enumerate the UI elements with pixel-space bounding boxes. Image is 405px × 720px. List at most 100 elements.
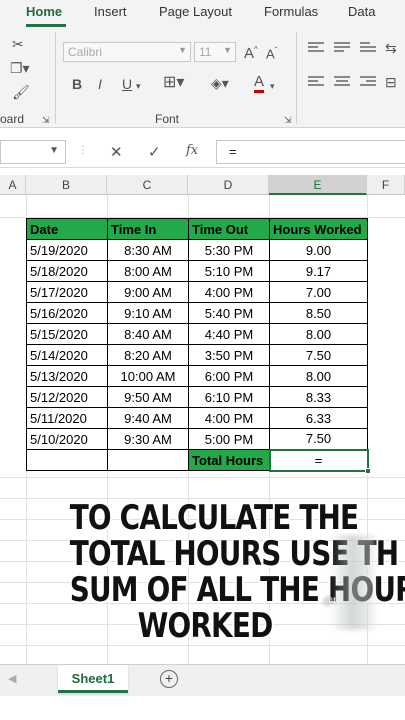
cell-date[interactable]: 5/15/2020	[26, 323, 108, 345]
total-hours-label[interactable]: Total Hours	[188, 449, 270, 471]
underline-button[interactable]: U	[122, 76, 132, 92]
cell-hours-worked[interactable]: 8.00	[269, 323, 368, 345]
bold-button[interactable]: B	[72, 76, 82, 92]
cell-time-in[interactable]: 8:00 AM	[107, 260, 189, 282]
column-header-c[interactable]: C	[107, 175, 188, 195]
shrink-font-button[interactable]: Aˇ	[266, 43, 277, 62]
cell-date[interactable]: 5/18/2020	[26, 260, 108, 282]
cell-time-out[interactable]: 6:00 PM	[188, 365, 270, 387]
cell-time-in[interactable]: 9:10 AM	[107, 302, 189, 324]
empty-cell[interactable]	[107, 449, 189, 471]
table-row: 5/18/2020 8:00 AM 5:10 PM 9.17	[26, 260, 368, 282]
align-middle-icon[interactable]	[334, 42, 350, 54]
grow-font-button[interactable]: A^	[244, 42, 258, 62]
font-size-dropdown[interactable]: 11 ▼	[194, 42, 236, 62]
column-header-d[interactable]: D	[188, 175, 269, 195]
cell-time-in[interactable]: 8:30 AM	[107, 239, 189, 261]
cancel-entry-button[interactable]: ✕	[110, 143, 123, 161]
cell-date[interactable]: 5/12/2020	[26, 386, 108, 408]
font-color-button[interactable]: A	[254, 74, 265, 93]
enter-button[interactable]: ✓	[148, 143, 161, 161]
cell-time-in[interactable]: 9:40 AM	[107, 407, 189, 429]
header-time-out[interactable]: Time Out	[188, 218, 270, 240]
cell-hours-worked[interactable]: 7.50	[269, 344, 368, 366]
sheet-nav-left-icon[interactable]: ◀	[8, 672, 16, 685]
cell-time-out[interactable]: 5:10 PM	[188, 260, 270, 282]
format-painter-icon[interactable]: 🖌	[12, 84, 30, 100]
add-sheet-button[interactable]: +	[160, 670, 178, 688]
align-center-icon[interactable]	[334, 76, 350, 88]
cell-hours-worked[interactable]: 8.33	[269, 386, 368, 408]
blurred-overlay	[330, 535, 375, 630]
chevron-down-icon[interactable]: ▾	[136, 78, 141, 94]
cell-time-out[interactable]: 6:10 PM	[188, 386, 270, 408]
cell-hours-worked[interactable]: 8.50	[269, 302, 368, 324]
cell-date[interactable]: 5/11/2020	[26, 407, 108, 429]
formula-input[interactable]: =	[216, 140, 405, 164]
tab-data[interactable]: Data	[348, 4, 375, 19]
total-hours-value: =	[314, 452, 323, 468]
header-date[interactable]: Date	[26, 218, 108, 240]
cell-time-out[interactable]: 5:30 PM	[188, 239, 270, 261]
column-header-b[interactable]: B	[26, 175, 107, 195]
fill-color-icon[interactable]: ◈▾	[211, 75, 229, 91]
cell-date[interactable]: 5/16/2020	[26, 302, 108, 324]
gridline	[0, 477, 405, 478]
borders-icon[interactable]: ⊞▾	[163, 75, 184, 91]
tab-page-layout[interactable]: Page Layout	[159, 4, 232, 19]
font-size-value: 11	[199, 45, 212, 59]
italic-button[interactable]: I	[98, 76, 102, 92]
align-bottom-icon[interactable]	[360, 42, 376, 54]
tab-home[interactable]: Home	[26, 4, 62, 19]
cell-date[interactable]: 5/14/2020	[26, 344, 108, 366]
column-header-f[interactable]: F	[367, 175, 405, 195]
cell-time-in[interactable]: 8:20 AM	[107, 344, 189, 366]
cell-date[interactable]: 5/19/2020	[26, 239, 108, 261]
header-time-in[interactable]: Time In	[107, 218, 189, 240]
tab-insert[interactable]: Insert	[94, 4, 127, 19]
column-header-e[interactable]: E	[269, 175, 367, 195]
align-top-icon[interactable]	[308, 42, 324, 54]
merge-icon[interactable]: ⊟	[385, 74, 397, 90]
cell-date[interactable]: 5/13/2020	[26, 365, 108, 387]
cell-hours-worked[interactable]: 9.00	[269, 239, 368, 261]
name-box[interactable]: ▼	[0, 140, 66, 164]
cell-time-out[interactable]: 5:40 PM	[188, 302, 270, 324]
cell-time-in[interactable]: 8:40 AM	[107, 323, 189, 345]
cell-time-out[interactable]: 5:00 PM	[188, 428, 270, 450]
column-header-a[interactable]: A	[0, 175, 26, 195]
insert-function-button[interactable]: fx	[186, 143, 198, 158]
cell-time-out[interactable]: 4:00 PM	[188, 407, 270, 429]
copy-icon[interactable]: ❐▾	[10, 60, 30, 76]
cell-hours-worked[interactable]: 6.33	[269, 407, 368, 429]
cut-icon[interactable]: ✂	[12, 36, 24, 52]
cell-hours-worked[interactable]: 9.17	[269, 260, 368, 282]
tab-formulas[interactable]: Formulas	[264, 4, 318, 19]
total-hours-active-cell[interactable]: =	[268, 448, 371, 474]
sheet-tab-sheet1[interactable]: Sheet1	[58, 665, 128, 693]
cell-time-in[interactable]: 10:00 AM	[107, 365, 189, 387]
align-left-icon[interactable]	[308, 76, 324, 88]
cell-hours-worked[interactable]: 7.50	[269, 428, 368, 450]
cell-date[interactable]: 5/17/2020	[26, 281, 108, 303]
cell-time-in[interactable]: 9:50 AM	[107, 386, 189, 408]
cell-hours-worked[interactable]: 7.00	[269, 281, 368, 303]
ribbon-home: ✂ ❐▾ 🖌 oard ⇲ Calibri ▼ 11 ▼ A^ Aˇ B I U…	[0, 28, 405, 128]
empty-cell[interactable]	[26, 449, 108, 471]
cell-time-in[interactable]: 9:30 AM	[107, 428, 189, 450]
chevron-down-icon[interactable]: ▾	[270, 78, 275, 94]
cell-time-out[interactable]: 4:40 PM	[188, 323, 270, 345]
cell-time-out[interactable]: 3:50 PM	[188, 344, 270, 366]
cell-hours-worked[interactable]: 8.00	[269, 365, 368, 387]
fill-handle[interactable]	[364, 467, 371, 474]
cell-date[interactable]: 5/10/2020	[26, 428, 108, 450]
clipboard-launcher-icon[interactable]: ⇲	[42, 112, 50, 128]
font-launcher-icon[interactable]: ⇲	[284, 112, 292, 128]
align-right-icon[interactable]	[360, 76, 376, 88]
cell-time-out[interactable]: 4:00 PM	[188, 281, 270, 303]
wrap-icon[interactable]: ⇆	[385, 40, 397, 56]
table-row: 5/17/2020 9:00 AM 4:00 PM 7.00	[26, 281, 368, 303]
header-hours-worked[interactable]: Hours Worked	[269, 218, 368, 240]
cell-time-in[interactable]: 9:00 AM	[107, 281, 189, 303]
font-name-dropdown[interactable]: Calibri ▼	[63, 42, 191, 62]
